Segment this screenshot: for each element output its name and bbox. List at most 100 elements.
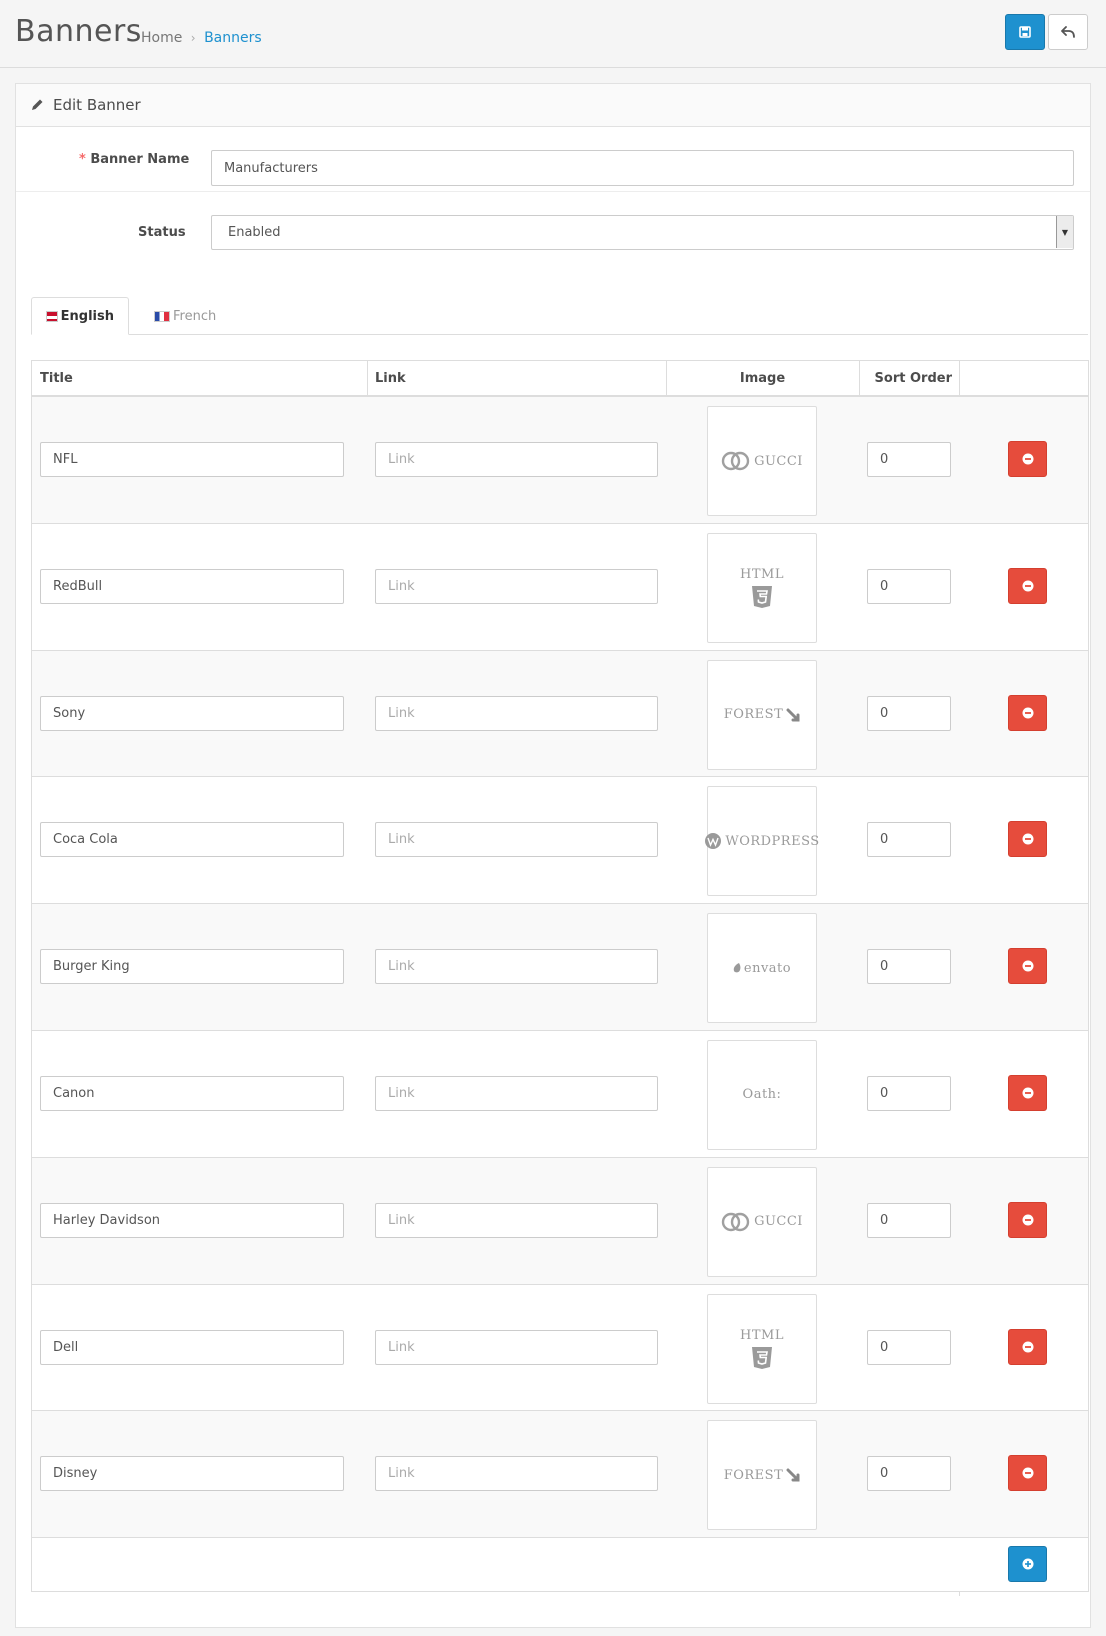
breadcrumb-separator: › [190, 31, 196, 45]
table-row: Sony Link FOREST 0 [32, 650, 1088, 778]
status-select[interactable]: Enabled ▼ [211, 215, 1074, 250]
sort-order-input[interactable]: 0 [867, 949, 951, 985]
save-icon [1019, 26, 1031, 38]
table-row: Harley Davidson Link GUCCI 0 [32, 1157, 1088, 1285]
table-header: Title Link Image Sort Order [32, 361, 1088, 397]
status-label: Status [138, 225, 186, 240]
status-select-value: Enabled [228, 225, 281, 240]
link-input[interactable]: Link [375, 442, 658, 477]
minus-circle-icon [1022, 960, 1033, 972]
sort-order-input[interactable]: 0 [867, 1202, 951, 1238]
header-sort-order: Sort Order [874, 370, 952, 386]
title-input[interactable]: RedBull [40, 568, 344, 604]
minus-circle-icon [1022, 707, 1033, 719]
remove-banner-button[interactable] [1008, 441, 1047, 477]
gucci-logo: GUCCI [721, 450, 803, 472]
title-input[interactable]: NFL [40, 442, 344, 477]
logo-text: GUCCI [754, 453, 803, 469]
plus-circle-icon [1022, 1558, 1033, 1570]
reply-icon [1061, 26, 1075, 38]
save-button[interactable] [1005, 14, 1045, 50]
link-input[interactable]: Link [375, 949, 658, 985]
minus-circle-icon [1022, 453, 1033, 465]
banner-image-thumbnail[interactable]: Oath: [707, 1039, 817, 1150]
logo-text: GUCCI [754, 1214, 803, 1230]
themeforest-logo: FOREST [724, 707, 801, 722]
sort-order-input[interactable]: 0 [867, 1329, 951, 1365]
banner-image-thumbnail[interactable]: GUCCI [707, 406, 817, 516]
table-row: RedBull Link HTML 0 [32, 523, 1088, 651]
france-flag-icon [154, 310, 170, 322]
minus-circle-icon [1022, 1341, 1033, 1353]
link-input[interactable]: Link [375, 1075, 658, 1111]
link-input[interactable]: Link [375, 1329, 658, 1365]
table-row: Disney Link FOREST 0 [32, 1411, 1088, 1539]
banner-image-thumbnail[interactable]: FOREST [707, 659, 817, 770]
table-footer [32, 1538, 1088, 1592]
link-input[interactable]: Link [375, 695, 658, 731]
minus-circle-icon [1022, 1467, 1033, 1479]
banner-image-thumbnail[interactable]: GUCCI [707, 1166, 817, 1277]
banner-image-thumbnail[interactable]: HTML [707, 532, 817, 643]
remove-banner-button[interactable] [1008, 1455, 1047, 1492]
banner-image-thumbnail[interactable]: FOREST [707, 1420, 817, 1531]
page-header: Banners Home › Banners [0, 0, 1106, 68]
themeforest-logo: FOREST [724, 1468, 801, 1483]
remove-banner-button[interactable] [1008, 1201, 1047, 1238]
logo-text: Oath: [742, 1087, 782, 1103]
logo-text: envato [743, 960, 792, 976]
minus-circle-icon [1022, 833, 1033, 845]
sort-order-input[interactable]: 0 [867, 442, 951, 477]
sort-order-input[interactable]: 0 [867, 1075, 951, 1111]
back-button[interactable] [1048, 14, 1088, 50]
link-input[interactable]: Link [375, 1202, 658, 1238]
remove-banner-button[interactable] [1008, 821, 1047, 858]
uk-flag-icon [46, 310, 58, 322]
logo-text: WORDPRESS [725, 833, 820, 849]
tab-english[interactable]: English [31, 297, 129, 335]
required-marker: * [79, 152, 86, 167]
banner-images-table: Title Link Image Sort Order NFL Link GUC… [31, 360, 1089, 1596]
panel-title: Edit Banner [53, 96, 141, 114]
remove-banner-button[interactable] [1008, 1074, 1047, 1111]
banner-image-thumbnail[interactable]: HTML [707, 1293, 817, 1404]
remove-banner-button[interactable] [1008, 567, 1047, 604]
banner-name-input[interactable]: Manufacturers [211, 150, 1074, 186]
html5-logo: HTML [740, 1328, 784, 1370]
sort-order-input[interactable]: 0 [867, 695, 951, 731]
breadcrumb: Home › Banners [141, 30, 262, 46]
table-row: NFL Link GUCCI 0 [32, 397, 1088, 524]
tab-french-label: French [173, 308, 217, 324]
page-title: Banners [15, 14, 142, 49]
title-input[interactable]: Canon [40, 1075, 344, 1111]
banner-image-thumbnail[interactable]: WORDPRESS [704, 786, 819, 897]
title-input[interactable]: Dell [40, 1329, 344, 1365]
remove-banner-button[interactable] [1008, 694, 1047, 731]
sort-order-input[interactable]: 0 [867, 822, 951, 858]
logo-text: HTML [740, 566, 784, 582]
title-input[interactable]: Burger King [40, 949, 344, 985]
title-input[interactable]: Coca Cola [40, 822, 344, 858]
title-input[interactable]: Harley Davidson [40, 1202, 344, 1238]
link-input[interactable]: Link [375, 568, 658, 604]
pencil-icon [32, 99, 43, 110]
table-row: Coca Cola Link WORDPRESS 0 [32, 777, 1088, 905]
sort-order-input[interactable]: 0 [867, 1456, 951, 1492]
title-input[interactable]: Disney [40, 1456, 344, 1492]
remove-banner-button[interactable] [1008, 948, 1047, 985]
title-input[interactable]: Sony [40, 695, 344, 731]
link-input[interactable]: Link [375, 822, 658, 858]
edit-banner-panel: Edit Banner * Banner Name Manufacturers … [15, 83, 1091, 1628]
add-banner-button[interactable] [1008, 1546, 1047, 1583]
banner-image-thumbnail[interactable]: envato [707, 913, 817, 1024]
wordpress-logo: WORDPRESS [704, 832, 819, 850]
link-input[interactable]: Link [375, 1456, 658, 1492]
sort-order-input[interactable]: 0 [867, 568, 951, 604]
html5-logo: HTML [740, 567, 784, 609]
tab-french[interactable]: French [140, 297, 230, 335]
minus-circle-icon [1022, 1214, 1033, 1226]
breadcrumb-banners[interactable]: Banners [204, 30, 262, 46]
breadcrumb-home[interactable]: Home [141, 30, 182, 46]
remove-banner-button[interactable] [1008, 1328, 1047, 1365]
header-image: Image [739, 370, 786, 386]
